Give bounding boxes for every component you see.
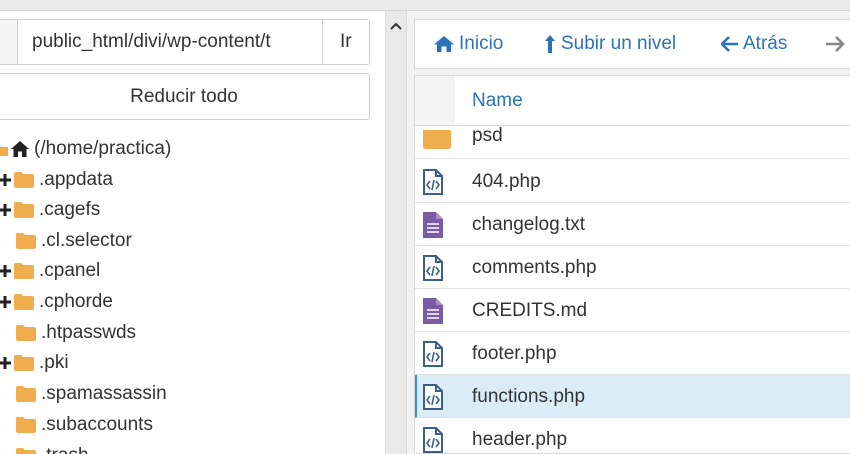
- home-button[interactable]: Inicio: [433, 33, 503, 55]
- text-file-icon: [423, 289, 443, 332]
- expand-plus-icon[interactable]: [0, 357, 12, 369]
- file-name: comments.php: [472, 257, 597, 278]
- tree-item-cagefs[interactable]: .cagefs: [0, 195, 100, 225]
- arrow-left-icon: [721, 36, 743, 52]
- text-file-icon: [423, 203, 443, 246]
- tree-item-pki[interactable]: .pki: [0, 348, 69, 378]
- folder-icon: [14, 172, 34, 188]
- path-prefix: [0, 20, 18, 64]
- folder-icon: [14, 202, 34, 218]
- scroll-up-arrow-icon[interactable]: [390, 18, 402, 36]
- tree-item-appdata[interactable]: .appdata: [0, 165, 113, 195]
- code-file-icon: [423, 375, 443, 418]
- folder-icon: [423, 130, 451, 150]
- forward-button[interactable]: [825, 36, 849, 52]
- folder-icon: [16, 448, 36, 454]
- file-row-selected[interactable]: functions.php: [415, 375, 850, 418]
- home-icon: [10, 140, 30, 158]
- tree-item-htpasswds[interactable]: .htpasswds: [14, 318, 136, 348]
- tree-item-label: .cphorde: [39, 291, 113, 312]
- go-button[interactable]: Ir: [322, 20, 369, 64]
- open-folder-icon: [0, 141, 8, 157]
- tree-item-cpanel[interactable]: .cpanel: [0, 256, 100, 286]
- folder-icon: [16, 325, 36, 341]
- tree-item-label: .htpasswds: [41, 322, 137, 343]
- file-name: header.php: [472, 429, 568, 450]
- top-strip: [0, 0, 850, 11]
- file-list: Name psd 404.php changelog.txt comments.…: [414, 75, 850, 454]
- tree-item-spamassassin[interactable]: .spamassassin: [14, 379, 167, 409]
- tree-item-label: .spamassassin: [41, 383, 167, 404]
- up-one-level-label: Subir un nivel: [561, 33, 677, 54]
- file-row[interactable]: footer.php: [415, 332, 850, 375]
- toolbar: Inicio Subir un nivel Atrás: [414, 19, 850, 69]
- file-name: functions.php: [472, 386, 586, 407]
- file-browser-pane: Inicio Subir un nivel Atrás Name psd 404…: [414, 11, 850, 454]
- file-row[interactable]: CREDITS.md: [415, 289, 850, 332]
- file-row[interactable]: comments.php: [415, 246, 850, 289]
- tree-item-root[interactable]: (/home/practica): [0, 134, 171, 164]
- expand-plus-icon[interactable]: [0, 296, 12, 308]
- file-name: psd: [472, 125, 503, 146]
- level-up-icon: [543, 34, 561, 54]
- file-row[interactable]: changelog.txt: [415, 203, 850, 246]
- folder-icon: [16, 417, 36, 433]
- tree-item-label: .cagefs: [39, 199, 101, 220]
- file-name: 404.php: [472, 171, 541, 192]
- tree-item-label: .appdata: [39, 169, 113, 190]
- tree-scrollbar[interactable]: [385, 11, 407, 454]
- icon-column-header: [415, 76, 455, 125]
- tree-item-label: .pki: [39, 352, 69, 373]
- tree-item-label: (/home/practica): [34, 138, 172, 159]
- expand-plus-icon[interactable]: [0, 265, 12, 277]
- folder-icon: [16, 386, 36, 402]
- tree-item-subaccounts[interactable]: .subaccounts: [14, 410, 153, 440]
- file-row[interactable]: header.php: [415, 418, 850, 453]
- home-icon: [433, 35, 459, 53]
- tree-item-cphorde[interactable]: .cphorde: [0, 287, 113, 317]
- tree-item-label: .cl.selector: [41, 230, 132, 251]
- file-list-header: Name: [415, 76, 850, 126]
- expand-plus-icon[interactable]: [0, 204, 12, 216]
- file-name: CREDITS.md: [472, 300, 588, 321]
- name-column-header[interactable]: Name: [472, 76, 523, 125]
- back-button[interactable]: Atrás: [721, 33, 787, 55]
- folder-icon: [16, 233, 36, 249]
- file-name: footer.php: [472, 343, 557, 364]
- up-one-level-button[interactable]: Subir un nivel: [543, 33, 676, 55]
- back-label: Atrás: [743, 33, 788, 54]
- file-name: changelog.txt: [472, 214, 586, 235]
- folder-icon: [14, 355, 34, 371]
- code-file-icon: [423, 246, 443, 289]
- path-input[interactable]: public_html/divi/wp-content/t: [18, 20, 322, 64]
- home-label: Inicio: [459, 33, 504, 54]
- file-row[interactable]: psd: [415, 126, 850, 159]
- tree-item-cl-selector[interactable]: .cl.selector: [14, 226, 132, 256]
- code-file-icon: [423, 332, 443, 375]
- code-file-icon: [423, 418, 443, 453]
- path-bar: public_html/divi/wp-content/t Ir: [0, 19, 370, 65]
- tree-item-label: .subaccounts: [41, 414, 153, 435]
- tree-item-label: .cpanel: [39, 260, 101, 281]
- file-row[interactable]: 404.php: [415, 160, 850, 203]
- code-file-icon: [423, 160, 443, 203]
- folder-icon: [14, 294, 34, 310]
- tree-item-label: .trash: [41, 445, 89, 454]
- arrow-right-icon: [825, 36, 849, 52]
- folder-icon: [14, 263, 34, 279]
- directory-tree-pane: public_html/divi/wp-content/t Ir Reducir…: [0, 11, 385, 454]
- expand-plus-icon[interactable]: [0, 174, 12, 186]
- tree-item-trash[interactable]: .trash: [14, 441, 89, 454]
- collapse-all-button[interactable]: Reducir todo: [0, 73, 370, 120]
